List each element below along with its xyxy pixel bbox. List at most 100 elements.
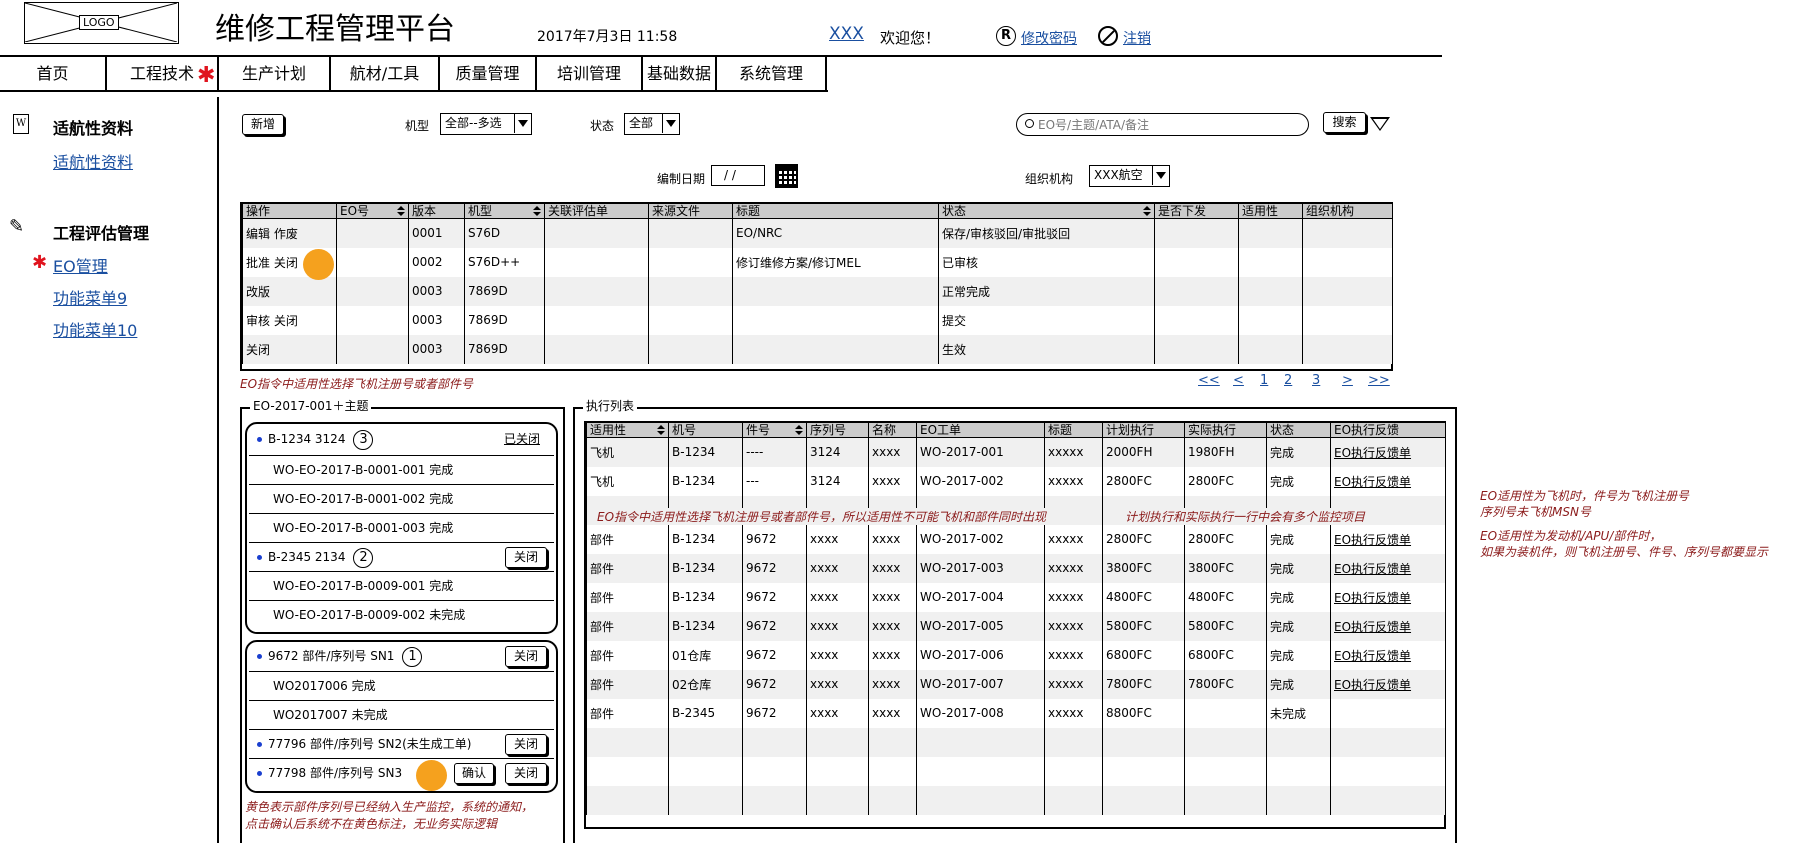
table-cell: xxxx xyxy=(806,698,869,728)
table-cell xyxy=(1238,276,1303,306)
column-header[interactable]: 序列号 xyxy=(806,423,869,438)
table-cell xyxy=(1044,727,1103,757)
column-header[interactable]: 标题 xyxy=(732,204,939,219)
feedback-link[interactable]: EO执行反馈单 xyxy=(1330,582,1445,612)
nav-engineering[interactable]: 工程技术 ✱ xyxy=(107,57,219,90)
table-cell: 完成 xyxy=(1266,524,1331,554)
org-select[interactable]: XXX航空 xyxy=(1089,165,1170,187)
table-cell: 部件 xyxy=(586,640,669,670)
feedback-link[interactable]: EO执行反馈单 xyxy=(1330,466,1445,496)
row-actions[interactable]: 审核 关闭 xyxy=(242,305,337,335)
table-cell: 正常完成 xyxy=(938,276,1155,306)
sort-icon[interactable] xyxy=(795,425,803,435)
table-cell xyxy=(1184,785,1267,815)
table-cell xyxy=(544,247,649,277)
table-cell: WO-2017-002 xyxy=(916,524,1045,554)
user-name-link[interactable]: XXX xyxy=(829,24,864,44)
change-password-link[interactable]: 修改密码 xyxy=(1021,28,1077,48)
search-button[interactable]: 搜索 xyxy=(1323,112,1366,133)
aircraft-select[interactable]: 全部--多选 xyxy=(440,113,532,135)
column-header[interactable]: 实际执行 xyxy=(1184,423,1267,438)
feedback-link[interactable]: EO执行反馈单 xyxy=(1330,553,1445,583)
table-cell: 2800FC xyxy=(1184,466,1267,496)
table-cell xyxy=(586,785,669,815)
column-header[interactable]: 关联评估单 xyxy=(544,204,649,219)
calendar-icon[interactable] xyxy=(775,164,798,188)
page-1[interactable]: 1 xyxy=(1260,373,1268,388)
nav-home[interactable]: 首页 xyxy=(0,57,107,90)
column-header[interactable]: 来源文件 xyxy=(648,204,733,219)
row-actions[interactable]: 关闭 xyxy=(242,334,337,364)
column-header[interactable]: 件号 xyxy=(742,423,807,438)
column-header[interactable]: EO号 xyxy=(336,204,409,219)
sort-icon[interactable] xyxy=(397,206,405,216)
column-header[interactable]: EO执行反馈 xyxy=(1330,423,1445,438)
feedback-link[interactable]: EO执行反馈单 xyxy=(1330,640,1445,670)
nav-material[interactable]: 航材/工具 xyxy=(331,57,440,90)
column-header[interactable]: 标题 xyxy=(1044,423,1103,438)
close-button[interactable]: 关闭 xyxy=(505,646,547,667)
page-next[interactable]: > xyxy=(1342,373,1353,388)
nav-system[interactable]: 系统管理 xyxy=(717,57,827,90)
page-first[interactable]: << xyxy=(1198,373,1220,388)
table-cell xyxy=(1266,756,1331,786)
status-select[interactable]: 全部 xyxy=(624,113,680,135)
table-cell xyxy=(916,785,1045,815)
row-actions[interactable]: 改版 xyxy=(242,276,337,306)
bullet-icon xyxy=(257,437,262,442)
table-cell xyxy=(648,218,733,248)
column-header[interactable]: 是否下发 xyxy=(1154,204,1239,219)
nav-basedata[interactable]: 基础数据 xyxy=(643,57,717,90)
sort-icon[interactable] xyxy=(1143,206,1151,216)
row-actions[interactable]: 编辑 作废 xyxy=(242,218,337,248)
table-cell xyxy=(336,334,409,364)
table-cell: 5800FC xyxy=(1184,611,1267,641)
column-header[interactable]: EO工单 xyxy=(916,423,1045,438)
feedback-link[interactable]: EO执行反馈单 xyxy=(1330,524,1445,554)
column-header[interactable]: 操作 xyxy=(242,204,337,219)
close-button[interactable]: 关闭 xyxy=(505,547,547,568)
welcome-text: 欢迎您！ xyxy=(880,29,941,47)
column-header[interactable]: 机号 xyxy=(668,423,743,438)
sort-icon[interactable] xyxy=(657,425,665,435)
column-header[interactable]: 计划执行 xyxy=(1102,423,1185,438)
column-header[interactable]: 版本 xyxy=(408,204,465,219)
sidebar-item-airworthiness[interactable]: 适航性资料 xyxy=(53,149,133,173)
confirm-button[interactable]: 确认 xyxy=(454,763,494,784)
feedback-link[interactable]: EO执行反馈单 xyxy=(1330,669,1445,699)
feedback-link[interactable]: EO执行反馈单 xyxy=(1330,611,1445,641)
sidebar-item-menu10[interactable]: 功能菜单10 xyxy=(53,317,137,341)
sidebar-item-menu9[interactable]: 功能菜单9 xyxy=(53,285,127,309)
feedback-link[interactable]: EO执行反馈单 xyxy=(1330,437,1445,467)
column-header[interactable]: 机型 xyxy=(464,204,545,219)
page-3[interactable]: 3 xyxy=(1312,373,1320,388)
column-header[interactable]: 适用性 xyxy=(1238,204,1303,219)
page-prev[interactable]: < xyxy=(1233,373,1244,388)
edit-icon: ✎ xyxy=(9,216,25,237)
search-input[interactable]: EO号/主题/ATA/备注 xyxy=(1016,113,1309,136)
header-label: 来源文件 xyxy=(652,204,701,218)
date-input[interactable]: / / xyxy=(711,165,765,186)
column-header[interactable]: 组织机构 xyxy=(1302,204,1392,219)
new-button[interactable]: 新增 xyxy=(242,114,284,135)
logout-link[interactable]: 注销 xyxy=(1123,28,1151,48)
column-header[interactable]: 状态 xyxy=(938,204,1155,219)
close-button[interactable]: 关闭 xyxy=(505,734,547,755)
sort-icon[interactable] xyxy=(533,206,541,216)
nav-production[interactable]: 生产计划 xyxy=(219,57,331,90)
sidebar-item-eo[interactable]: EO管理 xyxy=(53,253,108,277)
header-label: 适用性 xyxy=(590,423,627,437)
table-cell: 飞机 xyxy=(586,466,669,496)
column-header[interactable]: 状态 xyxy=(1266,423,1331,438)
close-button[interactable]: 关闭 xyxy=(505,763,547,784)
nav-quality[interactable]: 质量管理 xyxy=(440,57,537,90)
page-2[interactable]: 2 xyxy=(1284,373,1292,388)
table-cell xyxy=(1154,247,1239,277)
closed-link[interactable]: 已关闭 xyxy=(504,424,540,455)
column-header[interactable]: 适用性 xyxy=(586,423,669,438)
list-item: WO-EO-2017-B-0009-001 完成 xyxy=(249,571,554,600)
page-last[interactable]: >> xyxy=(1368,373,1390,388)
nav-training[interactable]: 培训管理 xyxy=(537,57,643,90)
nav-label: 质量管理 xyxy=(455,64,520,83)
column-header[interactable]: 名称 xyxy=(868,423,917,438)
